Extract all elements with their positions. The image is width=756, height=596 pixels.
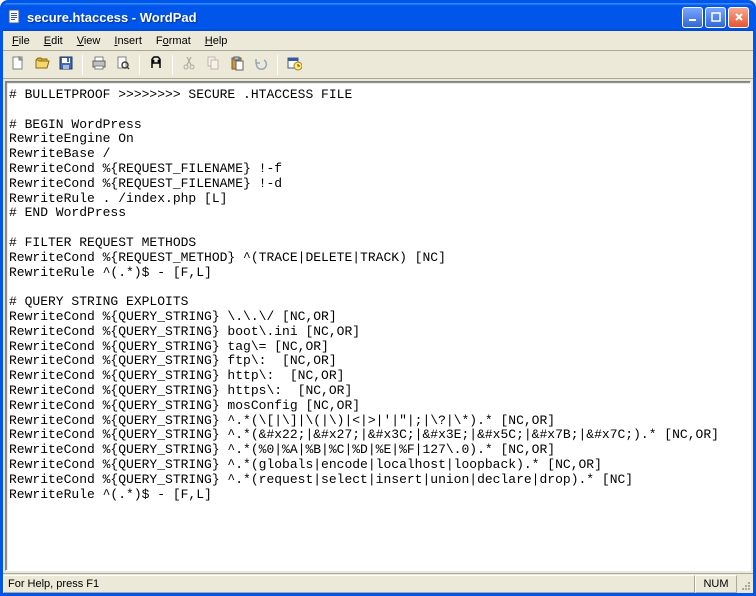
undo-button[interactable] xyxy=(250,54,272,76)
statusbar: For Help, press F1 NUM xyxy=(3,573,753,593)
menu-insert[interactable]: Insert xyxy=(107,33,149,49)
toolbar-separator xyxy=(82,55,83,75)
titlebar[interactable]: secure.htaccess - WordPad xyxy=(3,3,753,31)
window-title: secure.htaccess - WordPad xyxy=(27,10,682,25)
save-icon xyxy=(58,55,74,74)
paste-icon xyxy=(229,55,245,74)
cut-icon xyxy=(181,55,197,74)
toolbar xyxy=(3,51,753,79)
toolbar-separator xyxy=(139,55,140,75)
print-preview-button[interactable] xyxy=(112,54,134,76)
save-button[interactable] xyxy=(55,54,77,76)
menubar: File Edit View Insert Format Help xyxy=(3,31,753,51)
print-preview-icon xyxy=(115,55,131,74)
resize-grip[interactable] xyxy=(737,575,753,593)
open-folder-icon xyxy=(34,55,50,74)
undo-icon xyxy=(253,55,269,74)
toolbar-separator xyxy=(277,55,278,75)
print-button[interactable] xyxy=(88,54,110,76)
new-button[interactable] xyxy=(7,54,29,76)
copy-button[interactable] xyxy=(202,54,224,76)
menu-edit[interactable]: Edit xyxy=(37,33,70,49)
paste-button[interactable] xyxy=(226,54,248,76)
find-button[interactable] xyxy=(145,54,167,76)
open-button[interactable] xyxy=(31,54,53,76)
cut-button[interactable] xyxy=(178,54,200,76)
menu-help[interactable]: Help xyxy=(198,33,235,49)
copy-icon xyxy=(205,55,221,74)
close-button[interactable] xyxy=(728,7,749,28)
wordpad-app-icon xyxy=(7,9,23,25)
document-content[interactable]: # BULLETPROOF >>>>>>>> SECURE .HTACCESS … xyxy=(9,88,747,502)
print-icon xyxy=(91,55,107,74)
text-editor[interactable]: # BULLETPROOF >>>>>>>> SECURE .HTACCESS … xyxy=(5,81,751,571)
menu-file[interactable]: File xyxy=(5,33,37,49)
menu-format[interactable]: Format xyxy=(149,33,198,49)
wordpad-window: secure.htaccess - WordPad File Edit View… xyxy=(0,0,756,596)
find-icon xyxy=(148,55,164,74)
maximize-button[interactable] xyxy=(705,7,726,28)
editor-area: # BULLETPROOF >>>>>>>> SECURE .HTACCESS … xyxy=(3,79,753,573)
status-numlock: NUM xyxy=(695,575,737,593)
new-file-icon xyxy=(10,55,26,74)
datetime-icon xyxy=(286,55,302,74)
status-help-text: For Help, press F1 xyxy=(3,575,695,593)
menu-view[interactable]: View xyxy=(70,33,108,49)
datetime-button[interactable] xyxy=(283,54,305,76)
minimize-button[interactable] xyxy=(682,7,703,28)
toolbar-separator xyxy=(172,55,173,75)
window-control-buttons xyxy=(682,7,749,28)
